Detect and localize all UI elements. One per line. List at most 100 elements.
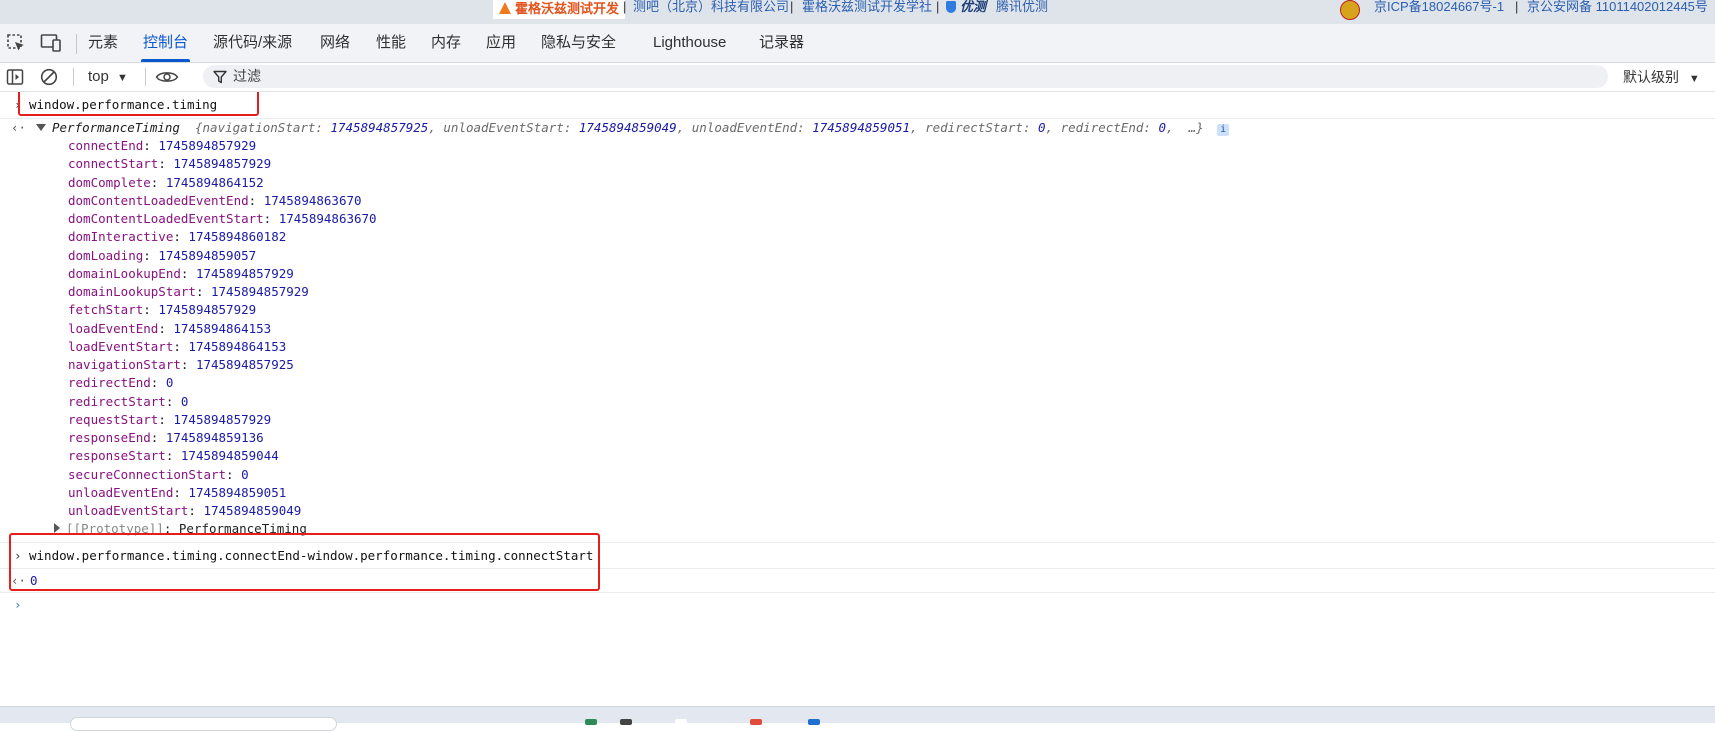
property-row: unloadEventEnd: 1745894859051 [0, 484, 1715, 502]
property-key: fetchStart [68, 302, 144, 318]
object-summary[interactable]: PerformanceTiming {navigationStart: 1745… [36, 119, 1230, 137]
chevron-down-icon: ▼ [117, 72, 128, 84]
property-value: 1745894859136 [165, 430, 264, 445]
property-value: 1745894857929 [211, 284, 309, 299]
brand-logo-text[interactable]: 霍格沃兹测试开发 [493, 0, 626, 19]
property-entry: loadEventEnd: 1745894864153 [68, 320, 272, 336]
property-entry: domComplete: 1745894864152 [68, 174, 264, 190]
property-key: loadEventStart [68, 338, 174, 354]
property-entry: requestStart: 1745894857929 [68, 411, 272, 427]
brand-logo-icon [499, 2, 511, 14]
property-value: 1745894860182 [188, 229, 287, 245]
prompt-chevron-icon: › [14, 597, 22, 612]
app-icon[interactable] [675, 719, 687, 725]
console-input-line[interactable]: › window.performance.timing.connectEnd-w… [0, 542, 1715, 569]
property-row: connectStart: 1745894857929 [0, 155, 1715, 173]
property-row: navigationStart: 1745894857925 [0, 356, 1715, 374]
info-icon[interactable]: i [1217, 124, 1230, 136]
property-key: loadEventEnd [68, 320, 159, 336]
property-row: unloadEventStart: 1745894859049 [0, 502, 1715, 520]
property-row: requestStart: 1745894857929 [0, 411, 1715, 429]
property-value: 1745894864153 [188, 338, 287, 354]
filter-input[interactable]: 过滤 [203, 65, 1608, 88]
taskbar [0, 706, 1715, 731]
property-key: domContentLoadedEventEnd [68, 192, 249, 208]
property-value: 1745894857929 [195, 265, 294, 281]
divider: | [936, 0, 940, 14]
tab-memory[interactable]: 内存 [431, 24, 461, 62]
property-row: domContentLoadedEventStart: 174589486367… [0, 210, 1715, 228]
property-row: domLoading: 1745894859057 [0, 247, 1715, 265]
console-input-line[interactable]: › window.performance.timing [0, 92, 1715, 118]
tab-console[interactable]: 控制台 [140, 24, 191, 62]
prototype-row[interactable]: [[Prototype]]: PerformanceTiming [0, 520, 1715, 538]
property-key: domInteractive [68, 229, 174, 245]
property-row: domContentLoadedEventEnd: 1745894863670 [0, 192, 1715, 210]
app-icon[interactable] [620, 719, 632, 725]
property-value: 1745894857929 [173, 411, 272, 427]
divider: | [623, 0, 627, 14]
property-entry: connectStart: 1745894857929 [68, 156, 272, 172]
app-icon[interactable] [750, 719, 762, 725]
property-entry: domInteractive: 1745894860182 [68, 229, 287, 245]
property-entry: domLoading: 1745894859057 [68, 247, 257, 263]
youce-link[interactable]: 优测 [946, 0, 986, 13]
property-value: 1745894863670 [278, 211, 377, 226]
expand-triangle-icon [36, 124, 46, 131]
console-prompt[interactable]: › [0, 592, 1715, 617]
device-toolbar-icon[interactable] [40, 33, 62, 53]
sidebar-toggle-icon[interactable] [6, 68, 24, 86]
context-select[interactable]: top ▼ [88, 63, 128, 91]
tab-sources[interactable]: 源代码/来源 [213, 24, 292, 62]
property-value: 0 [241, 466, 249, 482]
police-record-link[interactable]: 京公安网备 11011402012445号 [1527, 0, 1708, 13]
property-value: 0 [165, 375, 174, 391]
property-row: connectEnd: 1745894857929 [0, 137, 1715, 155]
tab-performance[interactable]: 性能 [376, 24, 406, 62]
property-row: loadEventEnd: 1745894864153 [0, 320, 1715, 338]
property-key: connectEnd [68, 138, 144, 153]
property-key: unloadEventEnd [68, 484, 174, 500]
clear-console-icon[interactable] [40, 68, 58, 86]
app-icon[interactable] [585, 719, 597, 725]
property-entry: responseEnd: 1745894859136 [68, 430, 264, 445]
property-key: responseEnd [68, 430, 151, 445]
property-value: 1745894863670 [263, 192, 362, 208]
prompt-chevron-icon: › [14, 548, 22, 563]
property-entry: responseStart: 1745894859044 [68, 448, 279, 464]
result-object-header[interactable]: ‹· PerformanceTiming {navigationStart: 1… [0, 118, 1715, 137]
property-key: connectStart [68, 156, 159, 172]
tab-network[interactable]: 网络 [320, 24, 350, 62]
property-value: 1745894857925 [195, 357, 294, 372]
property-entry: redirectStart: 0 [68, 393, 189, 409]
property-key: secureConnectionStart [68, 466, 227, 482]
divider: | [1515, 0, 1519, 14]
icp-link[interactable]: 京ICP备18024667号-1 [1374, 0, 1504, 13]
tab-recorder[interactable]: 记录器 [759, 24, 804, 62]
property-value: 1745894859057 [158, 247, 257, 263]
inspect-element-icon[interactable] [6, 33, 26, 53]
prototype-entry: [[Prototype]]: PerformanceTiming [54, 520, 307, 538]
property-entry: domContentLoadedEventEnd: 1745894863670 [68, 192, 362, 208]
tab-application[interactable]: 应用 [486, 24, 516, 62]
divider: | [790, 0, 794, 14]
property-key: redirectEnd [68, 375, 151, 391]
property-key: domContentLoadedEventStart [68, 211, 264, 226]
tencent-youce-link[interactable]: 腾讯优测 [996, 0, 1048, 13]
tab-lighthouse[interactable]: Lighthouse [653, 24, 726, 62]
log-level-select[interactable]: 默认级别 ▼ [1623, 63, 1700, 93]
property-entry: navigationStart: 1745894857925 [68, 357, 294, 372]
tab-privacy-security[interactable]: 隐私与安全 [541, 24, 616, 62]
community-link[interactable]: 霍格沃兹测试开发学社 [802, 0, 932, 13]
property-key: responseStart [68, 448, 166, 464]
result-value: 0 [30, 573, 38, 588]
property-value: 1745894857929 [158, 302, 257, 318]
company-link[interactable]: 测吧（北京）科技有限公司 [633, 0, 789, 13]
website-header-strip: 霍格沃兹测试开发 | 测吧（北京）科技有限公司 | 霍格沃兹测试开发学社 | 优… [0, 0, 1715, 24]
live-expression-eye-icon[interactable] [155, 69, 179, 85]
app-icon[interactable] [808, 719, 820, 725]
tab-elements[interactable]: 元素 [88, 24, 118, 62]
taskbar-search[interactable] [70, 717, 337, 731]
property-value: 1745894857929 [173, 156, 272, 172]
command-text: window.performance.timing [29, 97, 218, 112]
